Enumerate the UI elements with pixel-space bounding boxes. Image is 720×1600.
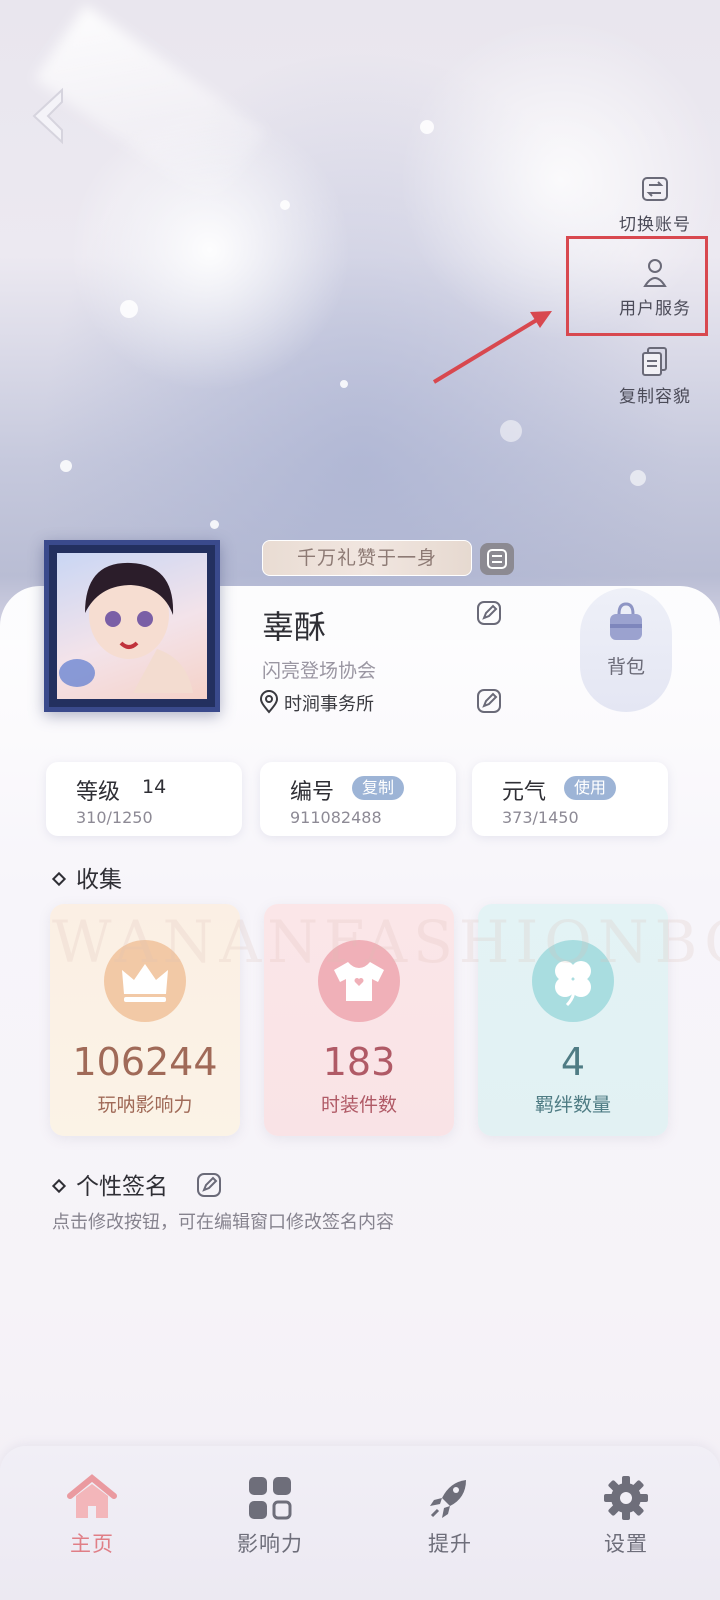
diamond-icon — [51, 1178, 67, 1193]
nav-influence-label: 影响力 — [237, 1532, 303, 1556]
level-stat: 等级 14 310/1250 — [46, 762, 242, 836]
guild-name: 闪亮登场协会 — [262, 660, 377, 682]
edit-location-icon[interactable] — [476, 688, 502, 714]
avatar-image — [57, 553, 207, 699]
signature-title: 个性签名 — [51, 1167, 168, 1201]
fashion-value: 183 — [322, 1040, 396, 1084]
fashion-label: 时装件数 — [320, 1094, 397, 1116]
rocket-icon — [430, 1480, 466, 1518]
bond-value: 4 — [560, 1040, 586, 1084]
nickname: 辜酥 — [262, 608, 327, 646]
home-icon — [67, 1474, 117, 1518]
grid-icon — [249, 1477, 292, 1520]
energy-label: 元气 — [502, 780, 547, 805]
title-badge[interactable]: 千万礼赞于一身 — [262, 540, 472, 576]
swap-title-button[interactable] — [480, 543, 514, 575]
collection-title: 收集 — [51, 860, 122, 894]
nav-settings-label: 设置 — [604, 1532, 648, 1556]
nav-home[interactable]: 主页 — [32, 1474, 152, 1558]
collection-title-text: 收集 — [76, 867, 122, 893]
energy-stat: 元气 使用 373/1450 — [472, 762, 668, 836]
level-value: 14 — [142, 776, 167, 798]
edit-signature-icon[interactable] — [196, 1172, 222, 1198]
id-label: 编号 — [290, 780, 335, 805]
gear-icon — [604, 1476, 648, 1520]
location-text: 时涧事务所 — [284, 694, 374, 715]
id-stat: 编号 复制 911082488 — [260, 762, 456, 836]
bottom-nav: 主页 影响力 提升 设置 — [0, 1446, 720, 1600]
nav-home-label: 主页 — [70, 1532, 114, 1556]
influence-label: 玩呐影响力 — [97, 1094, 193, 1116]
swap-icon — [487, 549, 507, 569]
bag-button[interactable]: 背包 — [580, 588, 672, 712]
copy-id-button[interactable]: 复制 — [352, 776, 405, 800]
signature-title-text: 个性签名 — [76, 1174, 168, 1200]
nav-settings[interactable]: 设置 — [566, 1474, 686, 1558]
watermark-text: WANANFASHIONBOND — [52, 908, 720, 976]
bag-icon — [610, 602, 642, 640]
bond-label: 羁绊数量 — [534, 1094, 611, 1116]
diamond-icon — [51, 871, 67, 886]
influence-value: 106244 — [72, 1040, 218, 1084]
level-label: 等级 — [76, 780, 121, 805]
id-value: 911082488 — [290, 808, 382, 827]
avatar[interactable] — [44, 540, 220, 712]
nav-influence[interactable]: 影响力 — [210, 1474, 330, 1558]
edit-nickname-icon[interactable] — [476, 600, 502, 626]
location-pin-icon — [259, 690, 279, 714]
nav-upgrade[interactable]: 提升 — [390, 1474, 510, 1558]
signature-hint: 点击修改按钮，可在编辑窗口修改签名内容 — [52, 1212, 394, 1233]
bag-label: 背包 — [606, 656, 645, 678]
use-energy-button[interactable]: 使用 — [564, 776, 617, 800]
level-progress: 310/1250 — [76, 808, 153, 827]
nav-upgrade-label: 提升 — [428, 1532, 472, 1556]
energy-progress: 373/1450 — [502, 808, 579, 827]
